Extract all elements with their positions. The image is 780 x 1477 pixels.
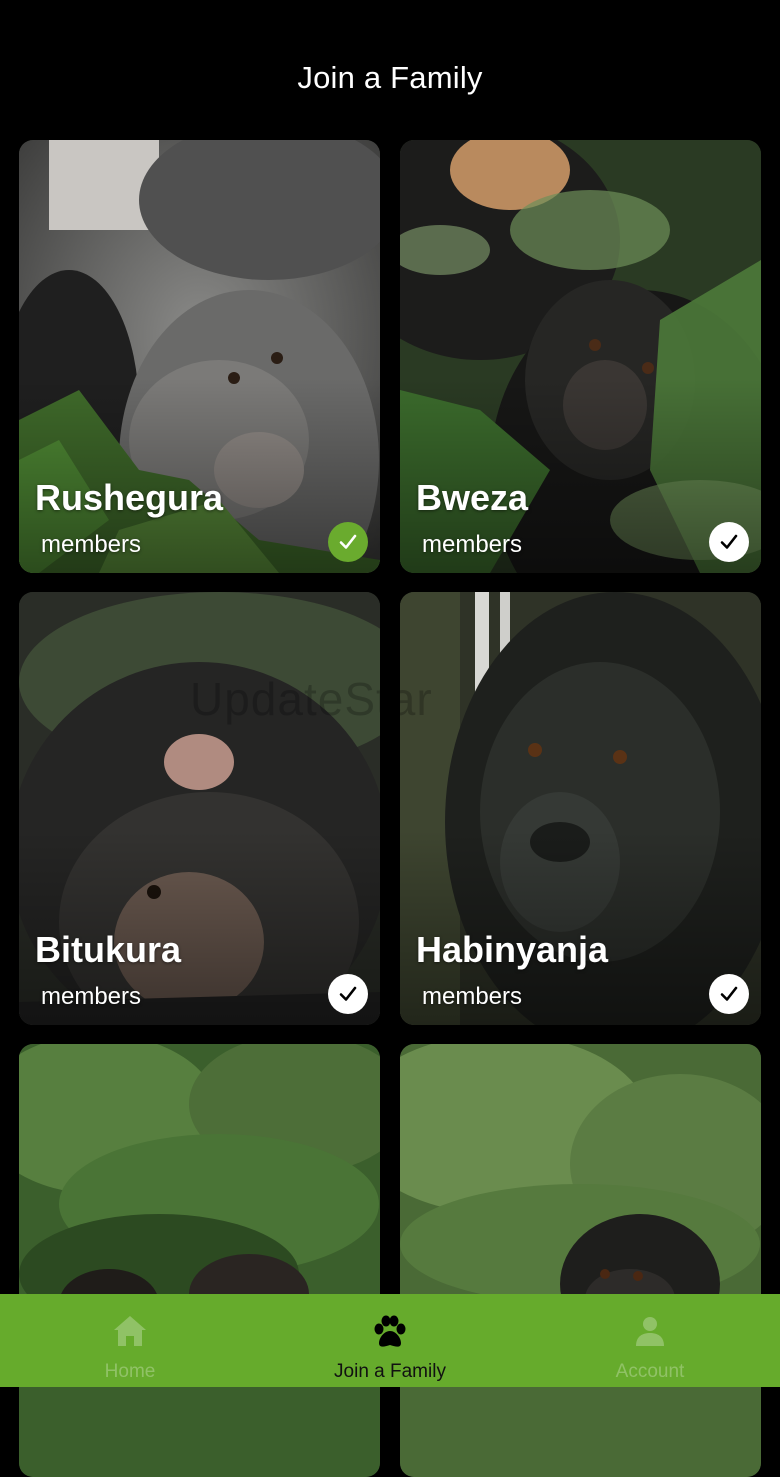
tab-label: Join a Family <box>334 1361 446 1382</box>
select-check-button[interactable] <box>328 974 368 1014</box>
checkmark-icon <box>720 986 738 1001</box>
family-name: Bitukura <box>35 929 182 970</box>
page-title: Join a Family <box>297 60 483 95</box>
family-card[interactable] <box>400 1044 761 1477</box>
family-card-bitukura[interactable]: Bitukura members <box>19 592 380 1025</box>
tab-label: Account <box>615 1361 685 1382</box>
bottom-tab-bar: Home Join a Family Account <box>0 1294 780 1387</box>
family-name: Habinyanja <box>416 929 609 970</box>
select-check-button[interactable] <box>709 522 749 562</box>
family-members-label: members <box>41 531 142 558</box>
paw-icon <box>374 1315 406 1347</box>
selected-check-button[interactable] <box>328 522 368 562</box>
family-card-bweza[interactable]: Bweza members <box>400 140 761 573</box>
tab-join-a-family[interactable]: Join a Family <box>260 1294 520 1387</box>
checkmark-icon <box>720 534 738 549</box>
header: Join a Family <box>0 0 780 140</box>
family-members-label: members <box>41 983 142 1010</box>
person-icon <box>636 1317 664 1346</box>
family-card-rushegura[interactable]: Rushegura members <box>19 140 380 573</box>
gorilla-photo <box>19 1044 380 1477</box>
family-members-label: members <box>422 983 523 1010</box>
checkmark-icon <box>339 534 357 549</box>
tab-account[interactable]: Account <box>520 1294 780 1387</box>
family-name: Rushegura <box>35 477 224 518</box>
family-card-habinyanja[interactable]: Habinyanja members <box>400 592 761 1025</box>
select-check-button[interactable] <box>709 974 749 1014</box>
family-card[interactable] <box>19 1044 380 1477</box>
tab-home[interactable]: Home <box>0 1294 260 1387</box>
tab-label: Home <box>104 1361 156 1382</box>
family-name: Bweza <box>416 477 529 518</box>
home-icon <box>114 1316 146 1346</box>
gorilla-photo <box>400 1044 761 1477</box>
checkmark-icon <box>339 986 357 1001</box>
family-members-label: members <box>422 531 523 558</box>
